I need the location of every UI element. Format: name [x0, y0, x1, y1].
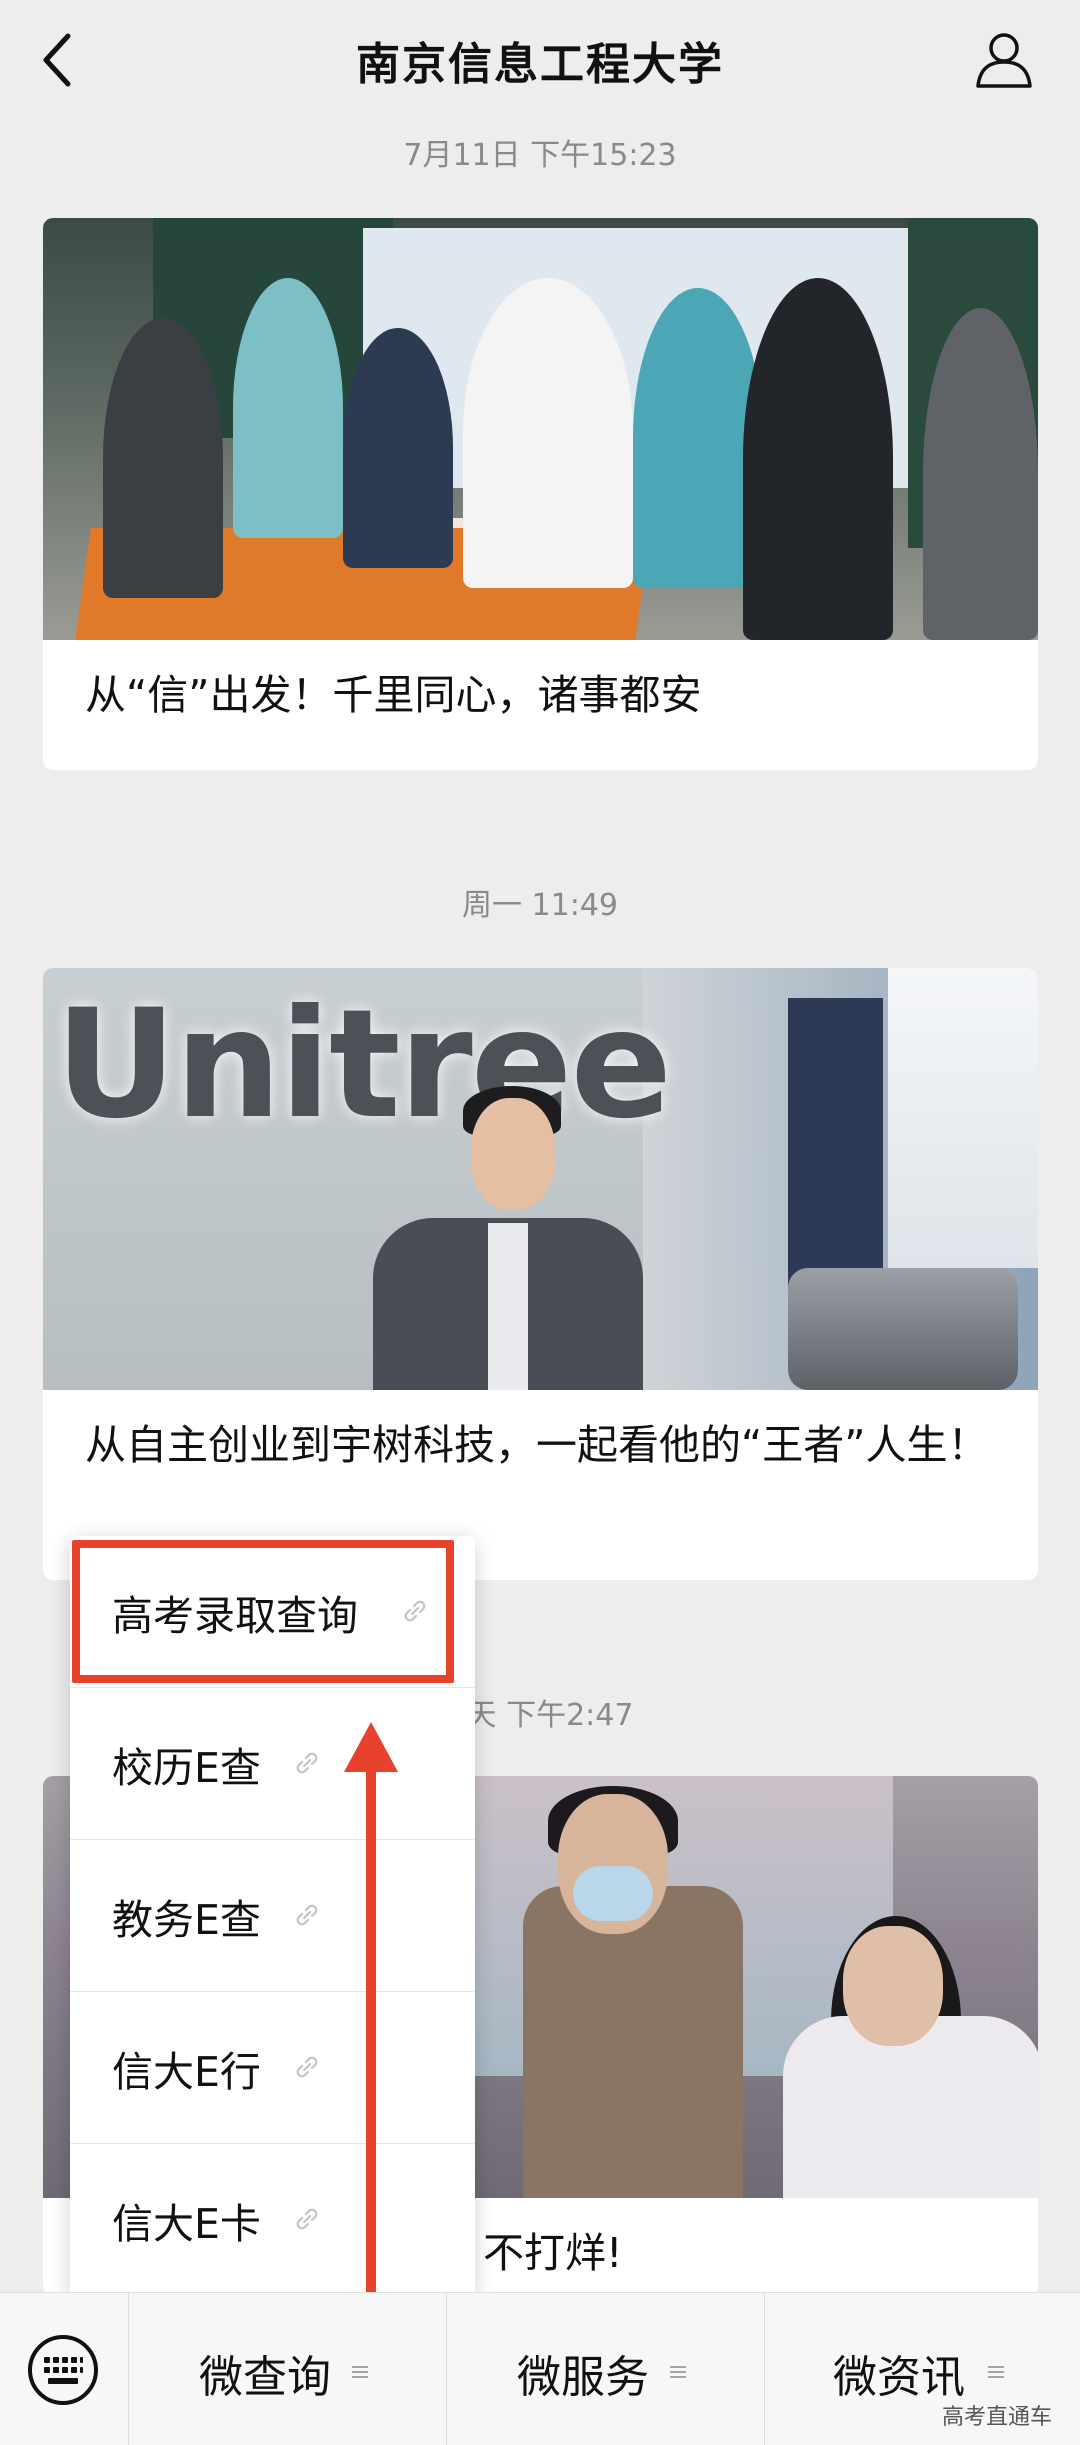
- tab-wei-service[interactable]: 微服务: [446, 2293, 764, 2445]
- link-icon: [296, 1752, 318, 1774]
- link-icon: [296, 2208, 318, 2230]
- header-bar: 南京信息工程大学: [0, 0, 1080, 122]
- article-card[interactable]: 从“信”出发！千里同心，诸事都安: [43, 218, 1038, 770]
- tab-label: 微服务: [517, 2352, 649, 2403]
- submenu-icon: [670, 2366, 686, 2378]
- annotation-arrow-head: [344, 1722, 398, 1772]
- menu-item-label: 教务E查: [112, 1896, 261, 1944]
- article-title: 从“信”出发！千里同心，诸事都安: [85, 671, 702, 719]
- link-icon: [296, 1904, 318, 1926]
- submenu-icon: [352, 2366, 368, 2378]
- menu-item-label: 信大E行: [112, 2048, 261, 2096]
- menu-item-campus-travel[interactable]: 信大E行: [70, 1992, 475, 2144]
- highlight-box: [72, 1540, 454, 1683]
- message-timestamp: 周一 11:49: [462, 888, 618, 923]
- tab-label: 微资讯: [833, 2352, 965, 2403]
- link-icon: [296, 2056, 318, 2078]
- article-cover-image: [43, 218, 1038, 640]
- message-timestamp: 7月11日 下午15:23: [403, 138, 677, 173]
- menu-item-campus-card[interactable]: 信大E卡: [70, 2144, 475, 2296]
- unitree-logo: Unitree: [55, 978, 672, 1152]
- tab-label: 微查询: [199, 2352, 331, 2403]
- tab-wei-query[interactable]: 微查询: [128, 2293, 446, 2445]
- menu-item-label: 信大E卡: [112, 2200, 261, 2248]
- page-title: 南京信息工程大学: [356, 39, 724, 90]
- watermark-text: 高考直通车: [941, 2405, 1052, 2430]
- menu-item-academic-affairs[interactable]: 教务E查: [70, 1840, 475, 1992]
- keyboard-icon[interactable]: [26, 2333, 100, 2407]
- article-title: 从自主创业到宇树科技，一起看他的“王者”人生！: [85, 1421, 989, 1469]
- annotation-arrow: [366, 1758, 376, 2314]
- submenu-icon: [988, 2366, 1004, 2378]
- article-cover-image: Unitree: [43, 968, 1038, 1390]
- bottom-menu-bar: 微查询 微服务 微资讯 高考直通车: [0, 2292, 1080, 2445]
- profile-icon[interactable]: [972, 28, 1036, 92]
- menu-item-label: 校历E查: [112, 1744, 261, 1792]
- article-card[interactable]: Unitree 从自主创业到宇树科技，一起看他的“王者”人生！: [43, 968, 1038, 1580]
- menu-item-school-calendar[interactable]: 校历E查: [70, 1688, 475, 1840]
